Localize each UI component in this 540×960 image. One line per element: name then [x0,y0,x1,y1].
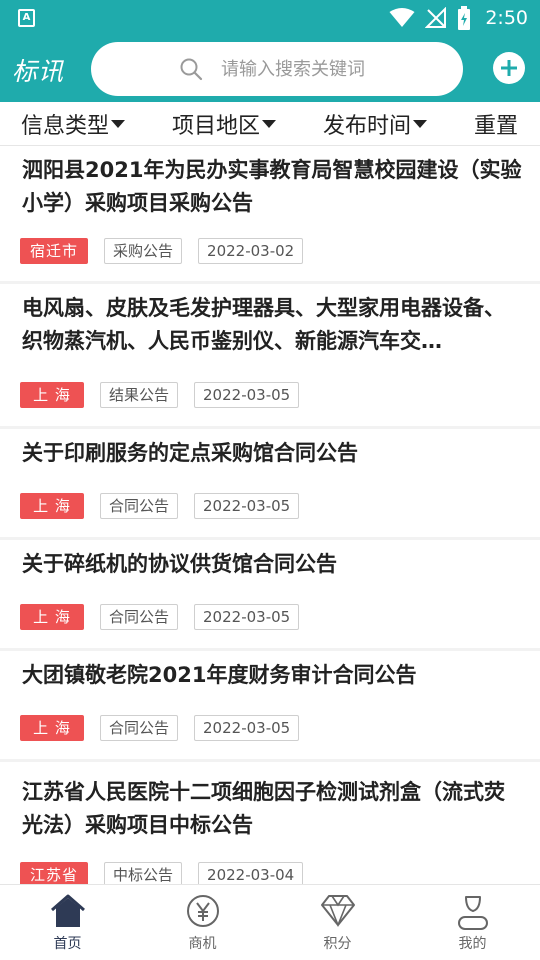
wifi-icon [389,8,415,27]
diamond-icon [320,895,355,927]
type-tag: 中标公告 [104,862,183,884]
date-tag: 2022-03-05 [194,493,300,519]
nav-profile[interactable]: 我的 [405,885,540,960]
caret-down-icon [111,120,126,128]
item-tags: 上 海 合同公告 2022-03-05 [20,604,300,630]
user-icon [457,896,488,930]
item-tags: 上 海 合同公告 2022-03-05 [20,715,300,741]
item-tags: 上 海 结果公告 2022-03-05 [20,382,300,408]
item-tags: 上 海 合同公告 2022-03-05 [20,493,300,519]
type-tag: 合同公告 [100,715,179,741]
yen-icon [186,895,219,927]
item-title: 关于碎纸机的协议供货馆合同公告 [22,552,337,576]
app-root: A 2:50 标讯 请输入搜索关键词 信息类型 项目地区 发布时间 重置 泗阳县… [0,0,540,960]
filter-label: 重置 [474,114,519,139]
list-item[interactable]: 江苏省人民医院十二项细胞因子检测试剂盒（流式荧光法）采购项目中标公告 江苏省 中… [0,762,540,884]
list-item[interactable]: 关于印刷服务的定点采购馆合同公告 上 海 合同公告 2022-03-05 [0,429,540,537]
date-tag: 2022-03-05 [194,604,300,630]
filter-publish-time[interactable]: 发布时间 [323,108,428,140]
filter-info-type[interactable]: 信息类型 [21,108,126,140]
no-signal-icon [425,7,447,28]
item-title: 泗阳县2021年为民办实事教育局智慧校园建设（实验小学）采购项目采购公告 [22,158,522,215]
home-icon [50,894,85,927]
item-title: 江苏省人民医院十二项细胞因子检测试剂盒（流式荧光法）采购项目中标公告 [22,780,505,837]
region-tag: 上 海 [20,604,84,630]
list-item[interactable]: 关于碎纸机的协议供货馆合同公告 上 海 合同公告 2022-03-05 [0,540,540,648]
filter-reset-button[interactable]: 重置 [474,108,518,140]
app-header: 标讯 [0,36,540,102]
item-tags: 宿迁市 采购公告 2022-03-02 [20,238,304,264]
nav-label: 商机 [188,936,217,952]
nav-home[interactable]: 首页 [0,885,135,960]
app-logo: 标讯 [12,57,65,86]
search-icon [180,58,203,81]
announcement-list: 泗阳县2021年为民办实事教育局智慧校园建设（实验小学）采购项目采购公告 宿迁市… [0,146,540,884]
nav-label: 积分 [323,936,352,952]
add-button[interactable] [493,52,525,84]
type-tag: 结果公告 [100,382,179,408]
nav-label: 我的 [458,936,487,952]
list-item[interactable]: 大团镇敬老院2021年度财务审计合同公告 上 海 合同公告 2022-03-05 [0,651,540,759]
region-tag: 宿迁市 [20,238,89,264]
date-tag: 2022-03-05 [194,382,300,408]
caret-down-icon [262,120,277,128]
clock-time: 2:50 [485,7,528,29]
item-title: 关于印刷服务的定点采购馆合同公告 [22,441,358,465]
date-tag: 2022-03-04 [198,862,304,884]
filter-project-region[interactable]: 项目地区 [172,108,277,140]
plus-icon [501,60,517,76]
item-tags: 江苏省 中标公告 2022-03-04 [20,862,304,884]
filter-label: 信息类型 [21,114,110,139]
date-tag: 2022-03-02 [198,238,304,264]
region-tag: 上 海 [20,493,84,519]
item-title: 电风扇、皮肤及毛发护理器具、大型家用电器设备、织物蒸汽机、人民币鉴别仪、新能源汽… [22,296,505,353]
date-tag: 2022-03-05 [194,715,300,741]
list-item[interactable]: 泗阳县2021年为民办实事教育局智慧校园建设（实验小学）采购项目采购公告 宿迁市… [0,146,540,281]
region-tag: 江苏省 [20,862,89,884]
region-tag: 上 海 [20,382,84,408]
nav-points[interactable]: 积分 [270,885,405,960]
app-notification-icon: A [18,9,35,27]
battery-icon [458,6,471,30]
search-input[interactable] [221,54,441,84]
filter-label: 项目地区 [172,114,261,139]
filter-label: 发布时间 [323,114,412,139]
list-item[interactable]: 电风扇、皮肤及毛发护理器具、大型家用电器设备、织物蒸汽机、人民币鉴别仪、新能源汽… [0,284,540,426]
status-bar: A 2:50 [0,0,540,36]
status-icons: 2:50 [389,0,528,36]
bottom-navigation: 首页 商机 积分 我的 [0,884,540,960]
region-tag: 上 海 [20,715,84,741]
type-tag: 合同公告 [100,493,179,519]
caret-down-icon [413,120,428,128]
type-tag: 采购公告 [104,238,183,264]
item-title: 大团镇敬老院2021年度财务审计合同公告 [22,663,417,687]
nav-label: 首页 [53,936,82,952]
filter-bar: 信息类型 项目地区 发布时间 重置 [0,102,540,146]
nav-opportunities[interactable]: 商机 [135,885,270,960]
type-tag: 合同公告 [100,604,179,630]
search-box[interactable] [91,42,463,96]
